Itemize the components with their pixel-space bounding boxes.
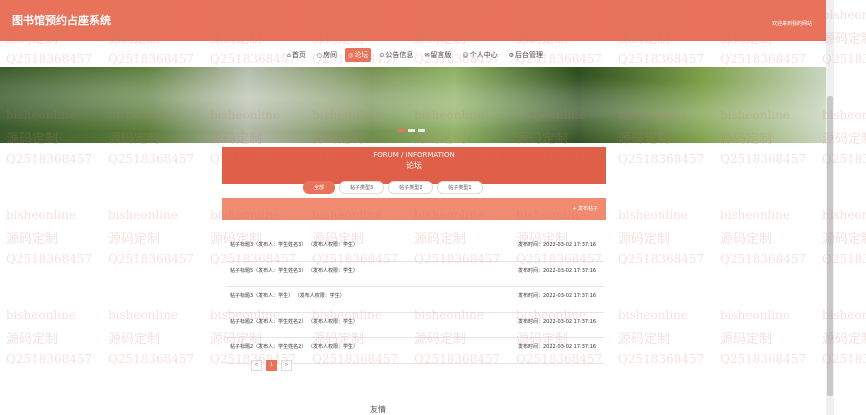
home-icon: ⌂ — [287, 52, 291, 59]
watermark-text: bisheonline — [6, 208, 76, 222]
publish-post-button[interactable]: + 发布帖子 — [572, 205, 598, 212]
filter-type2[interactable]: 帖子类型2 — [388, 181, 434, 194]
nav-rooms[interactable]: ○房间 — [314, 48, 340, 62]
nav-forum[interactable]: ◎论坛 — [345, 48, 372, 62]
watermark-text: Q2518368457 — [618, 352, 705, 366]
watermark-text: 源码定制 — [720, 232, 773, 247]
watermark-text: bisheonline — [108, 308, 178, 322]
watermark-text: 源码定制 — [6, 232, 59, 247]
watermark-text: Q2518368457 — [618, 252, 705, 266]
gear-icon: ⚙ — [508, 52, 515, 59]
post-title: 帖子标题2（发布人：学生姓名2） （发布人权限：学生） — [230, 318, 358, 325]
site-title: 图书馆预约占座系统 — [12, 14, 111, 27]
watermark-text: 源码定制 — [720, 332, 773, 347]
watermark-text: Q2518368457 — [6, 252, 93, 266]
list-item[interactable]: 帖子标题3（发布人：学生姓名3） （发布人权限：学生） 发布时间：2022-03-… — [226, 236, 604, 262]
watermark-text: Q2518368457 — [108, 252, 195, 266]
carousel-dots — [398, 129, 425, 132]
nav-admin[interactable]: ⚙后台管理 — [506, 48, 546, 62]
watermark-text: Q2518368457 — [108, 152, 195, 166]
post-date: 发布时间：2022-03-02 17:37:16 — [518, 293, 597, 299]
top-header: 图书馆预约占座系统 欢迎来到我的网站 — [0, 0, 826, 41]
watermark-text: 源码定制 — [108, 232, 161, 247]
post-date: 发布时间：2022-03-02 17:37:16 — [518, 267, 597, 274]
watermark-text: Q2518368457 — [618, 152, 705, 166]
post-title: 帖子标题3（发布人：学生） （发布人权限：学生） — [230, 293, 345, 299]
main-nav: ⌂首页 ○房间 ◎论坛 ⊙公告信息 ✉留言版 ☺个人中心 ⚙后台管理 — [0, 41, 826, 67]
carousel-dot[interactable] — [408, 129, 415, 132]
post-date: 发布时间：2022-03-02 17:37:16 — [518, 318, 597, 325]
forum-title-en: FORUM / INFORMATION — [373, 151, 455, 159]
post-date: 发布时间：2022-03-02 17:37:16 — [518, 242, 597, 248]
pagination: < 1 > — [251, 360, 292, 371]
nav-announcements[interactable]: ⊙公告信息 — [376, 48, 416, 62]
watermark-text: bisheonline — [6, 308, 76, 322]
forum-header: FORUM / INFORMATION 论坛 — [222, 147, 606, 184]
watermark-text: Q2518368457 — [6, 152, 93, 166]
footer-label: 友情 — [370, 405, 386, 414]
post-list: 帖子标题3（发布人：学生姓名3） （发布人权限：学生） 发布时间：2022-03-… — [226, 236, 604, 364]
watermark-text: 源码定制 — [618, 232, 671, 247]
welcome-text: 欢迎来到我的网站 — [771, 21, 812, 27]
watermark-text: Q2518368457 — [720, 352, 807, 366]
filter-all[interactable]: 全部 — [303, 181, 336, 194]
nav-profile[interactable]: ☺个人中心 — [459, 48, 500, 62]
carousel-dot[interactable] — [398, 129, 405, 132]
list-item[interactable]: 帖子标题3（发布人：学生） （发布人权限：学生） 发布时间：2022-03-02 … — [226, 287, 604, 313]
nav-home[interactable]: ⌂首页 — [284, 48, 309, 62]
page-scrollbar[interactable] — [826, 0, 834, 415]
post-title: 帖子标题2（发布人：学生姓名2） （发布人权限：学生） — [230, 344, 358, 350]
watermark-text: 源码定制 — [6, 332, 59, 347]
carousel-dot[interactable] — [418, 129, 425, 132]
filter-type1[interactable]: 帖子类型1 — [437, 181, 483, 194]
room-icon: ○ — [316, 52, 323, 59]
list-item[interactable]: 帖子标题2（发布人：学生姓名2） （发布人权限：学生） 发布时间：2022-03-… — [226, 313, 604, 338]
filter-type3[interactable]: 帖子类型3 — [339, 181, 385, 194]
nav-messages[interactable]: ✉留言版 — [421, 48, 454, 62]
watermark-text: bisheonline — [720, 308, 790, 322]
watermark-text: bisheonline — [108, 208, 178, 222]
page-1-button[interactable]: 1 — [266, 360, 277, 371]
list-item[interactable]: 帖子标题5（发布人：学生姓名3） （发布人权限：学生） 发布时间：2022-03-… — [226, 262, 604, 287]
type-filters: 全部 帖子类型3 帖子类型2 帖子类型1 — [303, 181, 483, 194]
watermark-text: bisheonline — [618, 308, 688, 322]
watermark-text: 源码定制 — [618, 332, 671, 347]
user-icon: ☺ — [462, 52, 469, 59]
post-title: 帖子标题3（发布人：学生姓名3） （发布人权限：学生） — [230, 242, 358, 248]
watermark-text: Q2518368457 — [720, 152, 807, 166]
post-title: 帖子标题5（发布人：学生姓名3） （发布人权限：学生） — [230, 267, 358, 274]
post-toolbar: + 发布帖子 — [222, 198, 606, 220]
watermark-text: Q2518368457 — [6, 352, 93, 366]
watermark-text: 源码定制 — [108, 332, 161, 347]
post-date: 发布时间：2022-03-02 17:37:16 — [518, 344, 597, 350]
notice-icon: ⊙ — [379, 52, 385, 59]
message-icon: ✉ — [424, 52, 430, 59]
forum-title-cn: 论坛 — [406, 161, 422, 170]
prev-page-button[interactable]: < — [251, 360, 262, 371]
next-page-button[interactable]: > — [281, 360, 292, 371]
scrollbar-thumb[interactable] — [827, 96, 833, 396]
watermark-text: Q2518368457 — [108, 352, 195, 366]
hero-banner — [0, 67, 826, 143]
watermark-text: bisheonline — [720, 208, 790, 222]
forum-icon: ◎ — [348, 52, 354, 59]
watermark-text: bisheonline — [618, 208, 688, 222]
watermark-text: Q2518368457 — [720, 252, 807, 266]
